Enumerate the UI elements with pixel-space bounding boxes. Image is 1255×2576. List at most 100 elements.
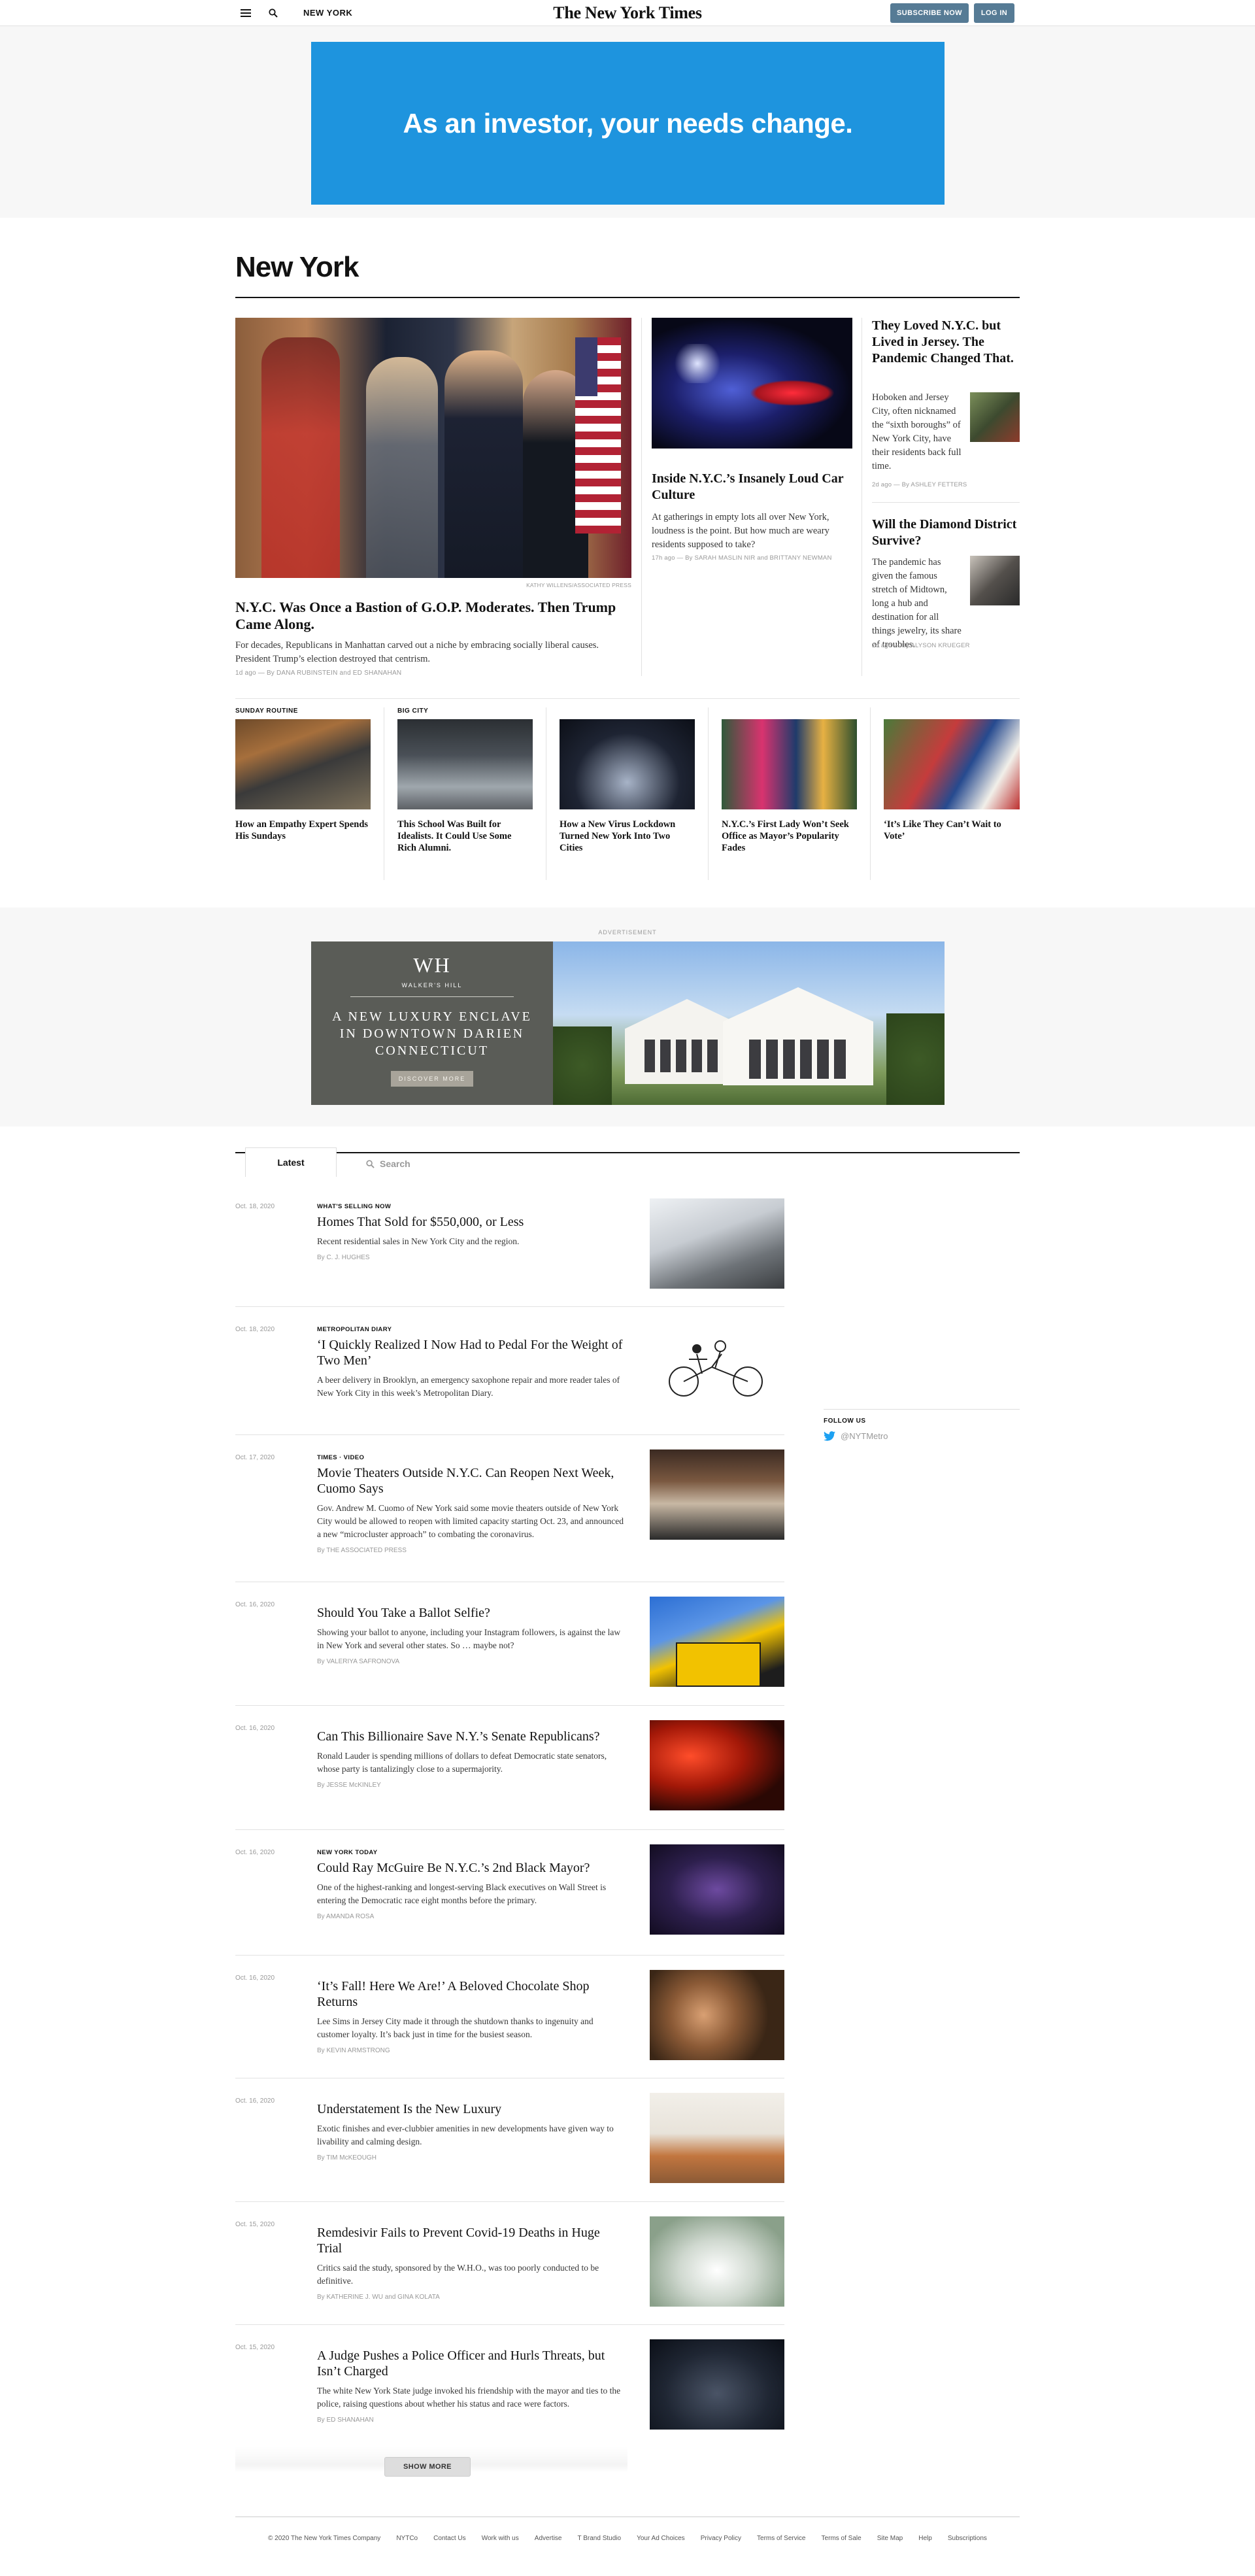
- story-summary: Ronald Lauder is spending millions of do…: [317, 1751, 607, 1774]
- lead-byline: 1d ago — By DANA RUBINSTEIN and ED SHANA…: [235, 669, 402, 677]
- story-thumbnail[interactable]: [650, 1321, 784, 1412]
- strip-1-headline[interactable]: How an Empathy Expert Spends His Sundays: [235, 819, 371, 842]
- footer-link[interactable]: Terms of Sale: [822, 2535, 862, 2542]
- story-summary: One of the highest-ranking and longest-s…: [317, 1882, 607, 1905]
- strip-3-image[interactable]: [560, 719, 695, 809]
- strip-1-kicker[interactable]: SUNDAY ROUTINE: [235, 707, 298, 715]
- story-thumbnail[interactable]: [650, 1597, 784, 1687]
- footer-copyright: © 2020 The New York Times Company: [268, 2535, 381, 2542]
- footer-link[interactable]: Help: [918, 2535, 932, 2542]
- right-story-1-summary: Hoboken and Jersey City, often nicknamed…: [872, 392, 962, 471]
- story-thumbnail[interactable]: [650, 1720, 784, 1810]
- story-thumbnail[interactable]: [650, 1449, 784, 1540]
- login-button[interactable]: LOG IN: [974, 3, 1014, 23]
- lead-headline[interactable]: N.Y.C. Was Once a Bastion of G.O.P. Mode…: [235, 599, 631, 633]
- story-thumbnail[interactable]: [650, 2093, 784, 2183]
- strip-divider: [870, 707, 871, 880]
- ad-line-3: CONNECTICUT: [375, 1043, 490, 1058]
- nyt-logo[interactable]: The New York Times: [0, 3, 1255, 23]
- follow-us: FOLLOW US @NYTMetro: [824, 1409, 1020, 1441]
- story-kicker[interactable]: WHAT'S SELLING NOW: [317, 1203, 624, 1210]
- strip-3-headline[interactable]: How a New Virus Lockdown Turned New York…: [560, 819, 695, 854]
- second-byline: 17h ago — By SARAH MASLIN NIR and BRITTA…: [652, 554, 832, 562]
- story-kicker[interactable]: METROPOLITAN DIARY: [317, 1326, 624, 1333]
- footer-link[interactable]: Work with us: [482, 2535, 519, 2542]
- right-story-2-thumb[interactable]: [970, 556, 1020, 605]
- mid-ad-banner[interactable]: WH WALKER'S HILL A NEW LUXURY ENCLAVE IN…: [311, 941, 945, 1105]
- footer-link[interactable]: Subscriptions: [948, 2535, 987, 2542]
- second-story-image[interactable]: [652, 318, 852, 449]
- footer-link[interactable]: Your Ad Choices: [637, 2535, 685, 2542]
- story-headline[interactable]: A Judge Pushes a Police Officer and Hurl…: [317, 2348, 624, 2379]
- show-more-button[interactable]: SHOW MORE: [384, 2457, 471, 2477]
- story-headline[interactable]: Homes That Sold for $550,000, or Less: [317, 1214, 624, 1230]
- twitter-icon: [824, 1431, 835, 1441]
- strip-1-image[interactable]: [235, 719, 371, 809]
- ad-label: ADVERTISEMENT: [598, 929, 657, 936]
- story-byline: By THE ASSOCIATED PRESS: [317, 1547, 407, 1554]
- latest-tab-rule: [235, 1152, 1020, 1153]
- footer-link[interactable]: NYTCo: [396, 2535, 418, 2542]
- story-divider: [235, 1306, 784, 1307]
- story-headline[interactable]: Movie Theaters Outside N.Y.C. Can Reopen…: [317, 1465, 624, 1497]
- strip-2-kicker[interactable]: BIG CITY: [397, 707, 428, 715]
- story-byline: By C. J. HUGHES: [317, 1254, 370, 1261]
- strip-5-headline[interactable]: ‘It’s Like They Can’t Wait to Vote’: [884, 819, 1020, 842]
- story-byline: By VALERIYA SAFRONOVA: [317, 1658, 400, 1665]
- top-ad-text: As an investor, your needs change.: [403, 107, 853, 139]
- story-byline: By AMANDA ROSA: [317, 1913, 375, 1920]
- story-thumbnail[interactable]: [650, 1198, 784, 1289]
- footer-link[interactable]: Contact Us: [433, 2535, 465, 2542]
- story-kicker[interactable]: NEW YORK TODAY: [317, 1849, 624, 1856]
- strip-5-image[interactable]: [884, 719, 1020, 809]
- ad-house-image: [553, 941, 945, 1105]
- right-story-2-summary: The pandemic has given the famous stretc…: [872, 557, 962, 650]
- footer-link[interactable]: Privacy Policy: [701, 2535, 741, 2542]
- right-story-1-thumb[interactable]: [970, 392, 1020, 442]
- story-summary: Showing your ballot to anyone, including…: [317, 1627, 621, 1650]
- story-headline[interactable]: Can This Billionaire Save N.Y.’s Senate …: [317, 1729, 624, 1744]
- story-headline[interactable]: Could Ray McGuire Be N.Y.C.’s 2nd Black …: [317, 1860, 624, 1876]
- second-headline[interactable]: Inside N.Y.C.’s Insanely Loud Car Cultur…: [652, 471, 852, 503]
- story-summary: Lee Sims in Jersey City made it through …: [317, 2016, 594, 2039]
- lead-story-image[interactable]: [235, 318, 631, 578]
- footer: © 2020 The New York Times Company NYTCo Co…: [268, 2535, 987, 2542]
- story-divider: [235, 1705, 784, 1706]
- story-headline[interactable]: ‘It’s Fall! Here We Are!’ A Beloved Choc…: [317, 1978, 624, 2010]
- strip-4-headline[interactable]: N.Y.C.’s First Lady Won’t Seek Office as…: [722, 819, 857, 854]
- footer-link[interactable]: Site Map: [877, 2535, 903, 2542]
- story-kicker[interactable]: TIMES · VIDEO: [317, 1454, 624, 1461]
- story-thumbnail[interactable]: [650, 1970, 784, 2060]
- story-thumbnail[interactable]: [650, 2216, 784, 2307]
- right-story-2-headline[interactable]: Will the Diamond District Survive?: [872, 517, 1020, 549]
- strip-2-image[interactable]: [397, 719, 533, 809]
- story-divider: [235, 1434, 784, 1435]
- footer-link[interactable]: Advertise: [535, 2535, 562, 2542]
- story-thumbnail[interactable]: [650, 1844, 784, 1935]
- strip-2-headline[interactable]: This School Was Built for Idealists. It …: [397, 819, 533, 854]
- footer-link[interactable]: Terms of Service: [757, 2535, 805, 2542]
- story-headline[interactable]: Should You Take a Ballot Selfie?: [317, 1605, 624, 1621]
- story-summary: Exotic finishes and ever-clubbier amenit…: [317, 2124, 614, 2146]
- latest-search[interactable]: Search: [366, 1159, 410, 1169]
- story-divider: [235, 1829, 784, 1830]
- ad-cta-button[interactable]: DISCOVER MORE: [391, 1071, 473, 1087]
- story-byline: By KATHERINE J. WU and GINA KOLATA: [317, 2294, 440, 2301]
- story-thumbnail[interactable]: [650, 2339, 784, 2430]
- search-placeholder: Search: [380, 1159, 410, 1169]
- story-headline[interactable]: Remdesivir Fails to Prevent Covid-19 Dea…: [317, 2225, 624, 2256]
- subscribe-button[interactable]: SUBSCRIBE NOW: [890, 3, 969, 23]
- footer-link[interactable]: T Brand Studio: [578, 2535, 622, 2542]
- story-divider: [235, 1955, 784, 1956]
- twitter-link[interactable]: @NYTMetro: [824, 1431, 1020, 1441]
- strip-4-image[interactable]: [722, 719, 857, 809]
- lead-image-credit: Kathy Willens/Associated Press: [526, 582, 631, 588]
- story-date: Oct. 16, 2020: [235, 1601, 275, 1608]
- story-headline[interactable]: ‘I Quickly Realized I Now Had to Pedal F…: [317, 1337, 624, 1368]
- top-ad-banner[interactable]: As an investor, your needs change.: [311, 42, 945, 205]
- story-byline: By TIM McKEOUGH: [317, 2154, 376, 2161]
- story-headline[interactable]: Understatement Is the New Luxury: [317, 2101, 624, 2117]
- right-divider: [872, 502, 1020, 503]
- tab-latest[interactable]: Latest: [245, 1147, 337, 1177]
- right-story-1-headline[interactable]: They Loved N.Y.C. but Lived in Jersey. T…: [872, 318, 1020, 367]
